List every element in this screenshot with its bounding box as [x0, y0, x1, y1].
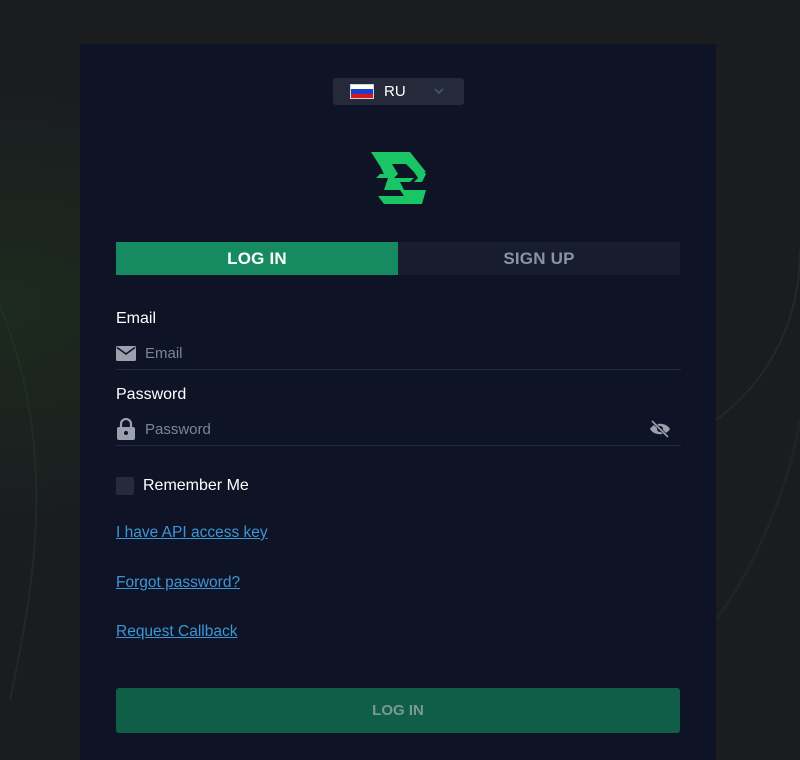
tab-log-in[interactable]: LOG IN [116, 242, 398, 275]
request-callback-link[interactable]: Request Callback [116, 623, 237, 641]
api-access-key-link[interactable]: I have API access key [116, 524, 268, 542]
tab-sign-up[interactable]: SIGN UP [398, 242, 680, 275]
login-panel: RU LOG IN SIGN UP Email Password [80, 44, 716, 760]
language-code: RU [384, 83, 406, 100]
password-label: Password [116, 386, 187, 403]
password-input[interactable] [145, 420, 649, 438]
lock-icon [116, 418, 136, 440]
auth-tabs: LOG IN SIGN UP [116, 242, 680, 275]
log-in-button[interactable]: LOG IN [116, 688, 680, 733]
remember-me-label: Remember Me [143, 477, 249, 494]
email-input[interactable] [145, 344, 681, 362]
chevron-down-icon [434, 88, 444, 95]
brand-logo [371, 152, 426, 204]
password-field-wrapper [116, 413, 681, 446]
remember-me-checkbox[interactable] [116, 477, 134, 495]
eye-off-icon[interactable] [649, 419, 671, 439]
russia-flag-icon [350, 84, 374, 99]
language-selector[interactable]: RU [333, 78, 464, 105]
forgot-password-link[interactable]: Forgot password? [116, 574, 240, 592]
email-field-wrapper [116, 337, 681, 370]
email-label: Email [116, 310, 157, 327]
envelope-icon [116, 343, 136, 363]
remember-me[interactable]: Remember Me [116, 477, 249, 495]
